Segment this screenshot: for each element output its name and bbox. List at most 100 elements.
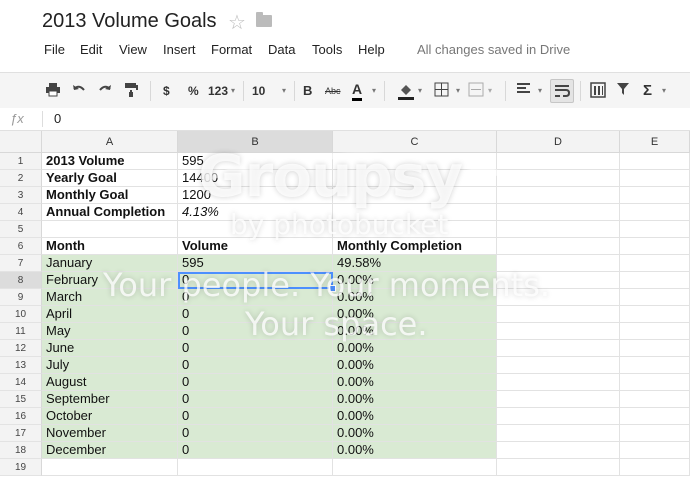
completion-cell[interactable]: 0.00% (333, 442, 497, 459)
cell[interactable] (497, 442, 620, 459)
row-header-8[interactable]: 8 (0, 272, 42, 289)
cell[interactable] (497, 272, 620, 289)
completion-cell[interactable]: 0.00% (333, 391, 497, 408)
cell[interactable] (497, 221, 620, 238)
paint-format-icon[interactable] (123, 82, 139, 100)
cell[interactable] (497, 340, 620, 357)
cell[interactable] (497, 187, 620, 204)
summary-value[interactable]: 1200 (178, 187, 333, 204)
cell[interactable] (497, 357, 620, 374)
chevron-down-icon[interactable]: ▾ (662, 82, 666, 100)
summary-label[interactable]: Monthly Goal (42, 187, 178, 204)
cell[interactable] (620, 170, 690, 187)
menu-insert[interactable]: Insert (163, 42, 196, 57)
row-header-7[interactable]: 7 (0, 255, 42, 272)
completion-cell[interactable]: 49.58% (333, 255, 497, 272)
row-header-17[interactable]: 17 (0, 425, 42, 442)
completion-cell[interactable]: 0.00% (333, 306, 497, 323)
cell[interactable] (497, 374, 620, 391)
cell[interactable] (497, 204, 620, 221)
row-header-12[interactable]: 12 (0, 340, 42, 357)
menu-edit[interactable]: Edit (80, 42, 102, 57)
summary-label[interactable]: Annual Completion (42, 204, 178, 221)
cell[interactable] (333, 187, 497, 204)
completion-cell[interactable]: 0.00% (333, 374, 497, 391)
chevron-down-icon[interactable]: ▾ (282, 82, 286, 100)
cell[interactable] (620, 153, 690, 170)
volume-cell[interactable]: 0 (178, 357, 333, 374)
chevron-down-icon[interactable]: ▾ (538, 82, 542, 100)
text-color-button[interactable]: A (352, 82, 363, 101)
redo-icon[interactable] (97, 82, 113, 100)
month-header[interactable]: Month (42, 238, 178, 255)
volume-cell[interactable]: 0 (178, 306, 333, 323)
volume-cell[interactable]: 0 (178, 374, 333, 391)
fill-handle[interactable] (329, 285, 336, 292)
menu-format[interactable]: Format (211, 42, 252, 57)
summary-label[interactable]: 2013 Volume (42, 153, 178, 170)
merge-cells-icon[interactable] (468, 82, 484, 100)
row-header-1[interactable]: 1 (0, 153, 42, 170)
cell[interactable] (620, 323, 690, 340)
chevron-down-icon[interactable]: ▾ (456, 82, 460, 100)
menu-view[interactable]: View (119, 42, 147, 57)
folder-icon[interactable] (256, 12, 272, 27)
cell[interactable] (620, 340, 690, 357)
cell[interactable] (620, 187, 690, 204)
cell[interactable] (497, 425, 620, 442)
completion-header[interactable]: Monthly Completion (333, 238, 497, 255)
row-header-9[interactable]: 9 (0, 289, 42, 306)
row-header-13[interactable]: 13 (0, 357, 42, 374)
cell[interactable] (42, 459, 178, 476)
row-header-15[interactable]: 15 (0, 391, 42, 408)
month-cell[interactable]: August (42, 374, 178, 391)
percent-button[interactable]: % (188, 82, 199, 100)
cell[interactable] (178, 221, 333, 238)
cell[interactable] (333, 204, 497, 221)
cell[interactable] (620, 306, 690, 323)
cell[interactable] (620, 255, 690, 272)
cell[interactable] (333, 459, 497, 476)
column-header-e[interactable]: E (620, 131, 690, 153)
month-cell[interactable]: March (42, 289, 178, 306)
completion-cell[interactable]: 0.00% (333, 289, 497, 306)
volume-cell[interactable]: 0 (178, 391, 333, 408)
volume-cell[interactable]: 595 (178, 255, 333, 272)
align-left-icon[interactable] (516, 82, 531, 100)
doc-title[interactable]: 2013 Volume Goals (42, 10, 217, 33)
month-cell[interactable]: December (42, 442, 178, 459)
cell[interactable] (497, 238, 620, 255)
row-header-4[interactable]: 4 (0, 204, 42, 221)
cell[interactable] (620, 459, 690, 476)
chevron-down-icon[interactable]: ▾ (231, 82, 235, 100)
month-cell[interactable]: November (42, 425, 178, 442)
row-header-2[interactable]: 2 (0, 170, 42, 187)
cell[interactable] (620, 357, 690, 374)
cell[interactable] (620, 289, 690, 306)
cell[interactable] (497, 391, 620, 408)
cell[interactable] (620, 442, 690, 459)
cell[interactable] (620, 272, 690, 289)
cell[interactable] (620, 238, 690, 255)
cell[interactable] (620, 204, 690, 221)
currency-button[interactable]: $ (163, 82, 170, 100)
cell[interactable] (620, 425, 690, 442)
pivot-table-icon[interactable] (590, 82, 606, 100)
font-size-select[interactable]: 10 (252, 82, 265, 100)
select-all-corner[interactable] (0, 131, 42, 153)
row-header-6[interactable]: 6 (0, 238, 42, 255)
volume-cell[interactable]: 0 (178, 425, 333, 442)
volume-cell[interactable]: 0 (178, 323, 333, 340)
row-header-14[interactable]: 14 (0, 374, 42, 391)
cell[interactable] (497, 323, 620, 340)
undo-icon[interactable] (71, 82, 87, 100)
cell[interactable] (497, 459, 620, 476)
menu-data[interactable]: Data (268, 42, 295, 57)
summary-value[interactable]: 4.13% (178, 204, 333, 221)
cell[interactable] (178, 459, 333, 476)
row-header-16[interactable]: 16 (0, 408, 42, 425)
strikethrough-button[interactable]: Abc (325, 82, 341, 100)
volume-cell[interactable]: 0 (178, 340, 333, 357)
row-header-19[interactable]: 19 (0, 459, 42, 476)
functions-icon[interactable]: Σ (643, 82, 652, 100)
